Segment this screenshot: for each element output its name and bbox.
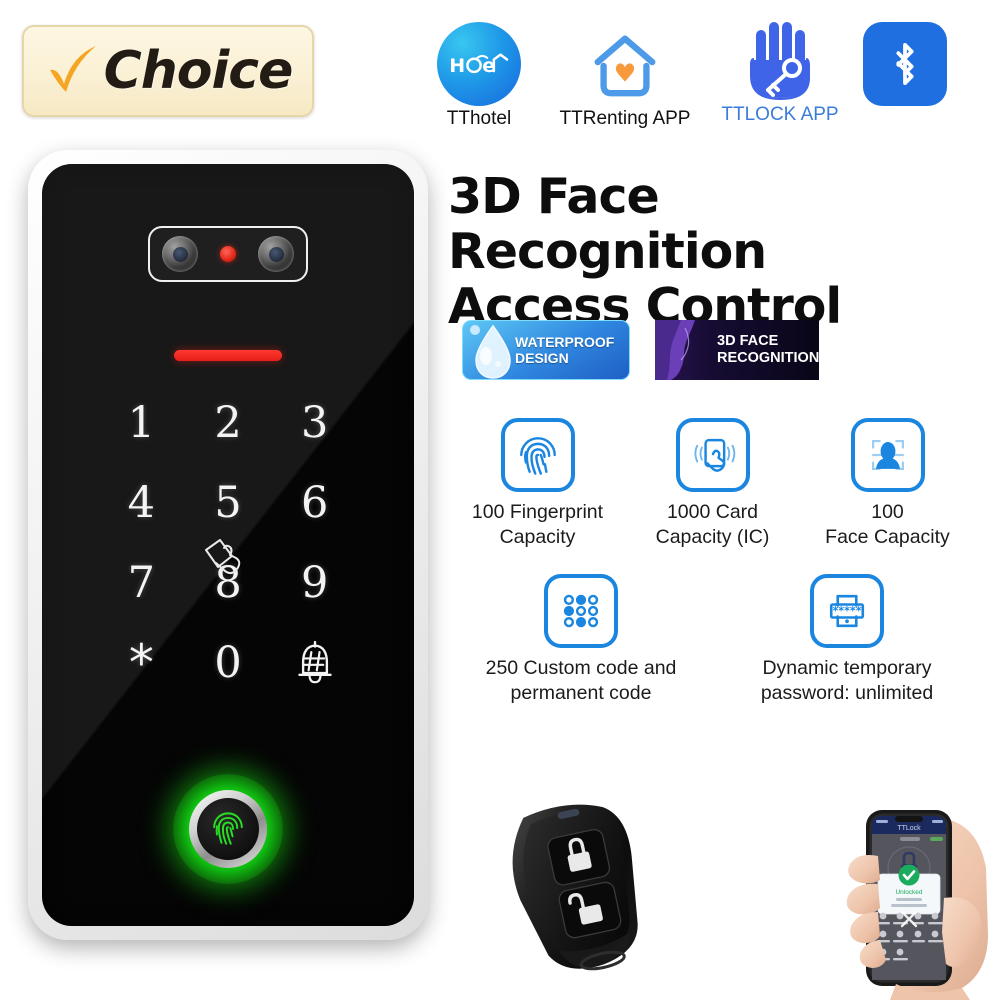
feature-row-2: 250 Custom code and permanent code *****… [450,573,1000,706]
feature-card: 1000 Card Capacity (IC) [625,418,800,550]
key-6[interactable]: 6 [301,479,328,527]
feature-2-line-2: Face Capacity [825,525,950,548]
face-scan-icon [850,418,925,492]
feature-label-dynamic-password: Dynamic temporary password: unlimited [712,656,982,706]
rfid-card-hand-icon [202,536,254,582]
feature-1-line-2: Capacity (IC) [655,525,770,548]
face-badge-line-1: 3D FACE [717,333,779,350]
tthotel-icon: H e [437,22,521,106]
key-9[interactable]: 9 [301,559,328,607]
svg-text:TTLock: TTLock [897,825,921,832]
access-control-device: 1 2 3 4 5 6 7 8 9 * 0 [28,150,428,940]
3d-face-badge-text: 3D FACE RECOGNITION [717,333,819,366]
hand-holding-phone: TTLock Unlocked [838,802,998,1000]
key-0[interactable]: 0 [214,639,241,687]
house-heart-icon [583,22,667,106]
face-profile-icon [655,320,719,380]
fingerprint-sensor-surface [197,798,259,860]
feature-label-card: 1000 Card Capacity (IC) [625,500,800,550]
app-ttrenting[interactable]: TTRenting APP [545,22,705,130]
feature-3-line-2: permanent code [510,681,652,704]
bell-hash-icon[interactable] [294,639,336,687]
feature-2-line-1: 100 [871,501,904,523]
hand-key-icon [738,18,822,102]
app-ttlock[interactable]: TTLOCK APP [715,18,845,126]
camera-lens-right [258,236,294,272]
key-7[interactable]: 7 [128,559,155,607]
feature-0-line-1: 100 Fingerprint [471,501,604,523]
app-icon-strip: H e TThotel TTRenting APP TTLOCK APP [425,18,985,138]
bluetooth-icon [863,22,947,106]
svg-text:*****: ***** [832,605,861,618]
fingerprint-icon [500,418,575,492]
fingerprint-sensor-icon[interactable] [173,774,283,884]
card-tap-icon [675,418,750,492]
dual-camera-icon [148,226,308,282]
status-indicator-bar [174,350,282,361]
feature-0-line-2: Capacity [499,525,576,548]
dynamic-password-icon: ***** [810,573,884,648]
feature-4-line-2: password: unlimited [760,681,934,704]
waterproof-line-2: DESIGN [515,350,569,366]
fingerprint-sensor-ring [189,790,267,868]
device-screen: 1 2 3 4 5 6 7 8 9 * 0 [42,164,414,926]
feature-3-line-1: 250 Custom code and [485,656,677,679]
feature-label-face: 100 Face Capacity [800,500,975,550]
key-2[interactable]: 2 [214,399,241,447]
key-3[interactable]: 3 [301,399,328,447]
feature-label-fingerprint: 100 Fingerprint Capacity [450,500,625,550]
key-star[interactable]: * [129,638,154,688]
key-1[interactable]: 1 [128,399,155,447]
waterproof-badge: WATERPROOF DESIGN [462,320,630,380]
3d-face-badge: 3D FACE RECOGNITION [655,320,819,380]
feature-label-custom-code: 250 Custom code and permanent code [450,656,712,706]
face-badge-line-2: RECOGNITION [717,350,819,366]
app-tthotel[interactable]: H e TThotel [427,22,531,130]
orange-check-icon [44,40,102,98]
water-drop-icon [467,321,519,379]
camera-lens-left [162,236,198,272]
ir-led [220,246,236,262]
headline: 3D Face Recognition Access Control [448,168,993,335]
waterproof-line-1: WATERPROOF [515,333,615,350]
svg-text:Unlocked: Unlocked [895,889,922,896]
headline-line-1: 3D Face Recognition [448,168,767,280]
product-marketing-image: Choice H e TThotel TTRenting APP TTLOCK … [0,0,1000,1000]
app-label-tthotel: TThotel [446,108,512,129]
feature-4-line-1: Dynamic temporary [762,656,932,679]
key-fob-remote [495,795,670,980]
feature-1-line-1: 1000 Card [666,501,759,523]
waterproof-badge-text: WATERPROOF DESIGN [515,334,614,366]
app-bluetooth[interactable] [855,22,955,106]
app-label-ttlock: TTLOCK APP [721,104,839,125]
feature-dynamic-password: ***** Dynamic temporary password: unlimi… [712,573,982,706]
choice-badge: Choice [22,25,314,117]
feature-custom-code: 250 Custom code and permanent code [450,573,712,706]
feature-fingerprint: 100 Fingerprint Capacity [450,418,625,550]
app-label-ttrenting: TTRenting APP [559,108,691,129]
choice-label: Choice [103,41,294,101]
svg-text:H: H [449,54,465,76]
feature-grid: 100 Fingerprint Capacity 1000 Card Capac… [450,418,1000,706]
key-4[interactable]: 4 [128,479,155,527]
key-5[interactable]: 5 [214,479,241,527]
feature-face: 100 Face Capacity [800,418,975,550]
feature-row-1: 100 Fingerprint Capacity 1000 Card Capac… [450,418,1000,550]
keypad-dots-icon [544,573,618,648]
